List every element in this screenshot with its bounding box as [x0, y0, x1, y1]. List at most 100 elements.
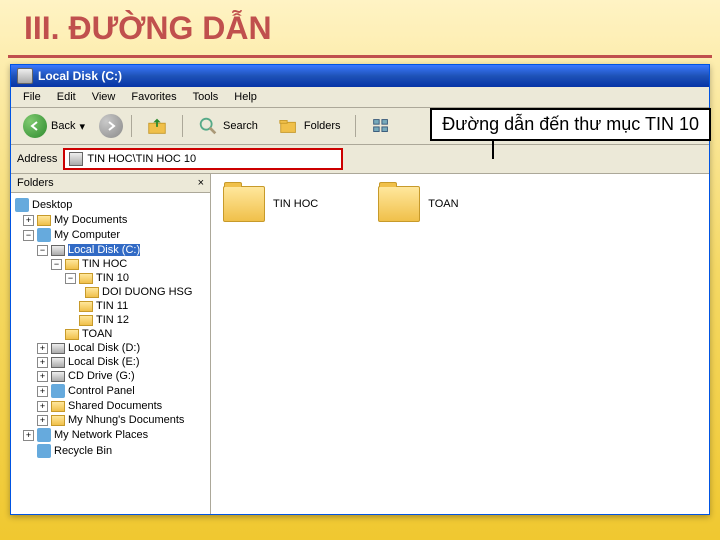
folders-button[interactable]: Folders [272, 113, 347, 139]
folder-icon [378, 186, 420, 222]
folder-item-tinhoc[interactable]: TIN HOC [223, 186, 318, 222]
collapse-icon[interactable]: − [37, 245, 48, 256]
folder-icon [37, 215, 51, 226]
tree-d-drive[interactable]: +Local Disk (D:) [13, 341, 208, 355]
computer-icon [37, 228, 51, 242]
tree-tin10[interactable]: −TIN 10 [13, 271, 208, 285]
menu-tools[interactable]: Tools [185, 89, 227, 105]
tree-label: My Nhung's Documents [68, 414, 184, 426]
tree-controlpanel[interactable]: + Control Panel [13, 383, 208, 399]
tree-mycomp[interactable]: −My Computer [13, 227, 208, 243]
titlebar[interactable]: Local Disk (C:) [11, 65, 709, 87]
menubar: File Edit View Favorites Tools Help [11, 87, 709, 108]
tree-label: TOAN [82, 328, 112, 340]
addressbar: Address TIN HOC\TIN HOC 10 [11, 145, 709, 174]
search-button[interactable]: Search [191, 113, 264, 139]
folders-header: Folders × [11, 174, 210, 193]
expand-icon[interactable]: + [37, 357, 48, 368]
tree-label: Shared Documents [68, 400, 162, 412]
tree-shared[interactable]: + Shared Documents [13, 399, 208, 413]
folder-icon [85, 287, 99, 298]
menu-help[interactable]: Help [226, 89, 265, 105]
folder-icon [79, 315, 93, 326]
toolbar: Back ▾ Search Folders Đường dẫn đến thư … [11, 108, 709, 145]
folder-up-icon [146, 115, 168, 137]
folder-item-toan[interactable]: TOAN [378, 186, 458, 222]
disk-icon [69, 152, 83, 166]
expand-icon[interactable]: + [37, 371, 48, 382]
collapse-icon[interactable]: − [51, 259, 62, 270]
folder-label: TOAN [428, 198, 458, 210]
back-button[interactable]: Back ▾ [17, 112, 91, 140]
tree-label: DOI DUONG HSG [102, 286, 192, 298]
tree-label: Desktop [32, 199, 72, 211]
expand-icon[interactable]: + [23, 215, 34, 226]
views-button[interactable] [364, 113, 398, 139]
tree-tinhoc[interactable]: − TIN HOC [13, 257, 208, 271]
folders-header-label: Folders [17, 177, 54, 189]
forward-button[interactable] [99, 114, 123, 138]
folder-label: TIN HOC [273, 198, 318, 210]
back-arrow-icon [23, 114, 47, 138]
address-value: TIN HOC\TIN HOC 10 [87, 153, 196, 165]
folder-icon [65, 329, 79, 340]
explorer-window: Local Disk (C:) File Edit View Favorites… [10, 64, 710, 515]
tree-label: Local Disk (E:) [68, 356, 140, 368]
folders-pane: Folders × Desktop +My Documents −My Comp… [11, 174, 211, 514]
folder-icon [79, 301, 93, 312]
address-label: Address [17, 153, 57, 165]
collapse-icon[interactable]: − [65, 273, 76, 284]
expand-icon[interactable]: + [37, 415, 48, 426]
expand-icon[interactable]: + [37, 386, 48, 397]
folder-icon [223, 186, 265, 222]
views-icon [370, 115, 392, 137]
menu-favorites[interactable]: Favorites [123, 89, 184, 105]
menu-file[interactable]: File [15, 89, 49, 105]
tree-mydocs[interactable]: +My Documents [13, 213, 208, 227]
expand-icon[interactable]: + [23, 430, 34, 441]
tree-label: TIN 12 [96, 314, 129, 326]
tree-e-drive[interactable]: + Local Disk (E:) [13, 355, 208, 369]
folder-icon [51, 401, 65, 412]
slide-title: III. ĐƯỜNG DẪN [8, 0, 712, 58]
tree-toan[interactable]: TOAN [13, 327, 208, 341]
tree-cd-drive[interactable]: + CD Drive (G:) [13, 369, 208, 383]
search-label: Search [223, 120, 258, 132]
separator [182, 115, 183, 137]
explorer-body: Folders × Desktop +My Documents −My Comp… [11, 174, 709, 514]
cpanel-icon [51, 384, 65, 398]
tree-label: TIN HOC [82, 258, 127, 270]
tree-nhung[interactable]: + My Nhung's Documents [13, 413, 208, 427]
network-icon [37, 428, 51, 442]
dropdown-icon: ▾ [79, 120, 85, 133]
address-input[interactable]: TIN HOC\TIN HOC 10 [63, 148, 343, 170]
tree-label: My Network Places [54, 429, 148, 441]
folder-icon [79, 273, 93, 284]
expand-icon[interactable]: + [37, 343, 48, 354]
tree-label: Recycle Bin [54, 445, 112, 457]
expand-icon[interactable]: + [37, 401, 48, 412]
tree-recycle[interactable]: Recycle Bin [13, 443, 208, 459]
tree-c-drive[interactable]: − Local Disk (C:) [13, 243, 208, 257]
content-pane[interactable]: TIN HOC TOAN [211, 174, 709, 514]
tree-desktop[interactable]: Desktop [13, 197, 208, 213]
tree-label: Local Disk (C:) [68, 244, 140, 256]
disk-icon [51, 245, 65, 256]
up-button[interactable] [140, 113, 174, 139]
tree-tin12[interactable]: TIN 12 [13, 313, 208, 327]
tree-doiduong[interactable]: DOI DUONG HSG [13, 285, 208, 299]
tree-tin11[interactable]: TIN 11 [13, 299, 208, 313]
tree-network[interactable]: + My Network Places [13, 427, 208, 443]
collapse-icon[interactable]: − [23, 230, 34, 241]
desktop-icon [15, 198, 29, 212]
close-pane-button[interactable]: × [198, 177, 204, 189]
disk-icon [17, 68, 33, 84]
tree-label: CD Drive (G:) [68, 370, 135, 382]
window-title: Local Disk (C:) [38, 69, 122, 83]
tree-label: TIN 11 [96, 300, 128, 312]
menu-view[interactable]: View [84, 89, 124, 105]
tree-label: Control Panel [68, 385, 135, 397]
search-icon [197, 115, 219, 137]
cd-icon [51, 371, 65, 382]
menu-edit[interactable]: Edit [49, 89, 84, 105]
